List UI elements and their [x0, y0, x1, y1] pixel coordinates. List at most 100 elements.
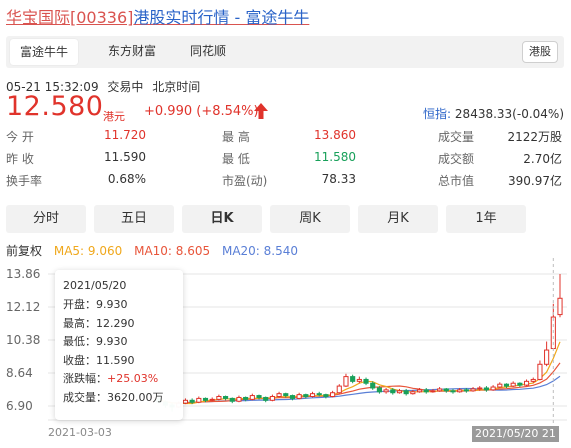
candle-body [463, 389, 469, 392]
candle-body [336, 385, 342, 394]
candle-body [477, 387, 483, 390]
tab-eastmoney[interactable]: 东方财富 [108, 42, 156, 59]
y-tick-label: 13.86 [6, 267, 40, 281]
tooltip-open: 开盘：9.930 [63, 298, 128, 311]
open-value: 11.720 [104, 128, 146, 142]
x-axis-start-label: 2021-03-03 [48, 426, 112, 439]
candle-body [330, 392, 336, 398]
candle-body [283, 393, 289, 397]
candle-body [202, 397, 209, 401]
tooltip-change: 涨跌幅：+25.03% [63, 370, 175, 389]
high-value: 13.860 [314, 128, 356, 142]
ma20-value: MA20: 8.540 [221, 244, 299, 258]
pe-label: 市盈(动) [222, 174, 268, 188]
up-arrow-icon [254, 103, 268, 119]
candle-body [450, 390, 456, 393]
stock-name-code[interactable]: 华宝国际[00336] [6, 8, 133, 27]
candle-body [243, 396, 249, 400]
x-axis-end-label: 2021/05/20 [475, 427, 539, 440]
price-change: +0.990 (+8.54%) [144, 104, 259, 119]
page-title[interactable]: 华宝国际[00336]港股实时行情 - 富途牛牛 [6, 4, 309, 28]
tooltip-change-value: +25.03% [107, 372, 159, 385]
tooltip-high: 最高：12.290 [63, 316, 135, 330]
prev-close-value: 11.590 [104, 150, 146, 164]
candle-body [396, 390, 403, 394]
market-badge: 港股 [522, 41, 558, 63]
candle-body [223, 396, 229, 399]
adjust-mode[interactable]: 前复权 [6, 244, 42, 258]
candle-body [490, 386, 496, 391]
last-price: 12.580 [6, 91, 104, 122]
x-axis-end-suffix: 21 [541, 427, 556, 440]
tab-monthly-k[interactable]: 月K [358, 205, 438, 233]
candle-body [403, 390, 409, 395]
candle-body [523, 380, 530, 386]
candle-body [497, 383, 503, 388]
source-tab-bar: 富途牛牛 东方财富 同花顺 港股 [6, 36, 564, 68]
ma10-line [151, 362, 561, 404]
candle-body [249, 395, 255, 400]
candle-body [209, 398, 215, 401]
candle-body [537, 363, 543, 380]
candle-body [263, 396, 269, 401]
tab-daily-k[interactable]: 日K [182, 205, 262, 233]
candle-body [370, 382, 376, 389]
index-quote[interactable]: 恒指: 28438.33(-0.04%) [423, 105, 564, 122]
tooltip-volume: 成交量：3620.00万 [63, 390, 164, 404]
candle-body [216, 396, 222, 400]
candle-body [410, 391, 416, 395]
candle-body [557, 297, 563, 316]
y-tick-label: 10.38 [6, 333, 40, 347]
page-title-rest[interactable]: 港股实时行情 - 富途牛牛 [133, 8, 309, 27]
tab-one-year[interactable]: 1年 [446, 205, 526, 233]
price-row: 12.580 港元 +0.990 (+8.54%) 恒指: 28438.33(-… [6, 91, 566, 125]
turnover-rate-value: 0.68% [107, 172, 146, 186]
market-cap-label: 总市值 [438, 174, 475, 188]
turnover-rate-label: 换手率 [6, 174, 43, 188]
low-label: 最 低 [222, 152, 250, 166]
candle-body [182, 399, 189, 404]
prev-close-label: 昨 收 [6, 152, 34, 166]
quote-grid: 今 开 11.720 昨 收 11.590 换手率 0.68% 最 高 13.8… [6, 128, 568, 190]
tab-weekly-k[interactable]: 周K [270, 205, 350, 233]
tooltip-close: 收盘：11.590 [63, 353, 135, 367]
tab-tonghuashun[interactable]: 同花顺 [190, 42, 226, 59]
market-cap-value: 390.97亿 [508, 174, 562, 188]
index-value: 28438.33(-0.04%) [454, 107, 564, 121]
y-tick-label: 12.12 [6, 300, 40, 314]
index-label[interactable]: 恒指: [423, 107, 451, 121]
volume-value: 2122万股 [507, 130, 562, 144]
open-label: 今 开 [6, 130, 34, 144]
candle-body [457, 389, 463, 393]
candle-body [303, 394, 309, 398]
pe-value: 78.33 [321, 172, 356, 186]
candle-body [323, 394, 329, 398]
ma-legend: 前复权 MA5: 9.060 MA10: 8.605 MA20: 8.540 [6, 242, 306, 259]
tab-futu[interactable]: 富途牛牛 [10, 39, 79, 65]
candle-body [430, 390, 436, 393]
candle-body [343, 376, 349, 387]
y-tick-label: 6.90 [6, 399, 33, 413]
ma5-value: MA5: 9.060 [53, 244, 123, 258]
candle-body [363, 378, 369, 384]
candle-body [376, 387, 382, 393]
candle-body [350, 376, 356, 382]
candle-body [236, 396, 242, 402]
tooltip-change-label: 涨跌幅： [63, 372, 107, 385]
candle-body [316, 393, 322, 396]
amount-label: 成交额 [438, 152, 475, 166]
tab-intraday[interactable]: 分时 [6, 205, 86, 233]
candle-tooltip: 2021/05/20 开盘：9.930 最高：12.290 最低：9.930 收… [55, 270, 183, 420]
candle-body [309, 393, 316, 398]
low-value: 11.580 [314, 150, 356, 164]
candle-body [437, 388, 443, 392]
y-tick-label: 8.64 [6, 366, 33, 380]
candle-body [383, 389, 389, 393]
candle-body [276, 393, 282, 398]
tooltip-low: 最低：9.930 [63, 335, 128, 348]
candle-body [356, 378, 362, 382]
tab-five-day[interactable]: 五日 [94, 205, 174, 233]
candle-body [510, 382, 516, 387]
period-tab-bar: 分时 五日 日K 周K 月K 1年 [6, 205, 566, 233]
candle-body [470, 388, 476, 392]
